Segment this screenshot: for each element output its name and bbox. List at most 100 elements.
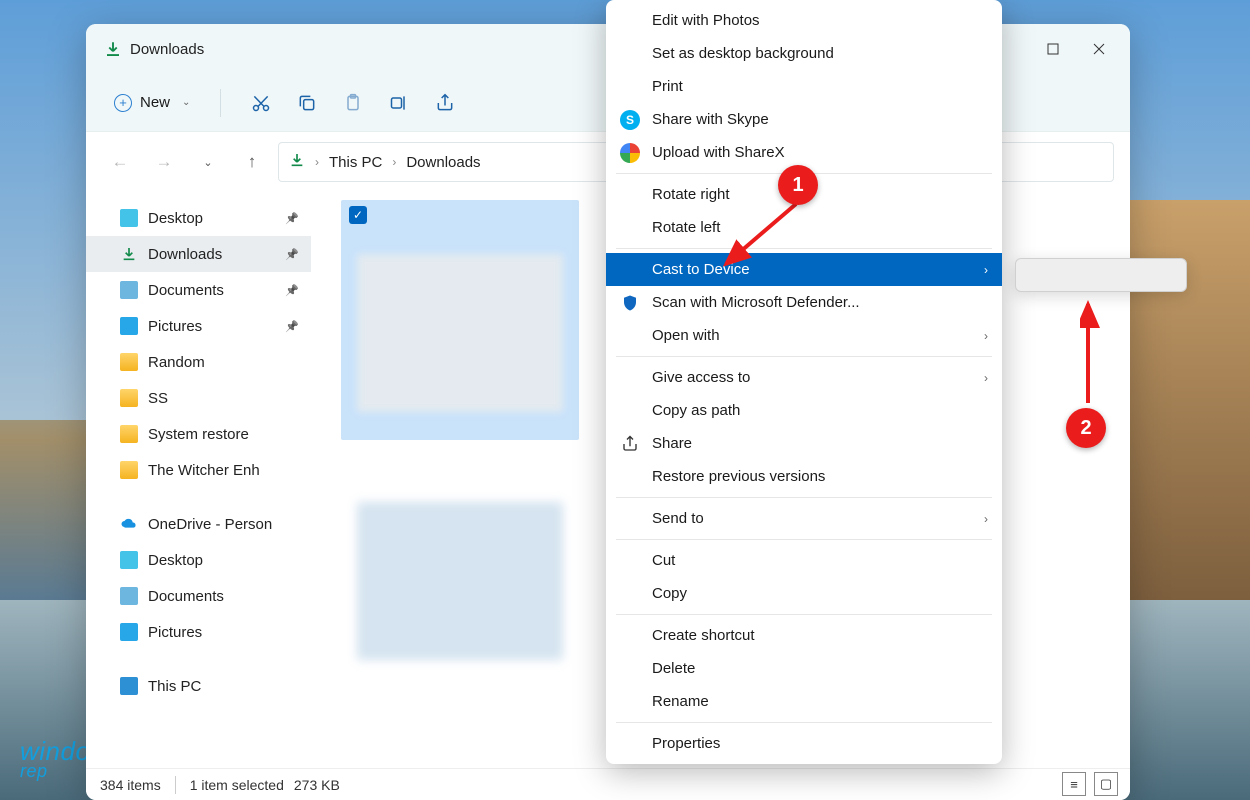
sidebar-item-system-restore[interactable]: System restore	[86, 416, 311, 452]
docs-icon	[120, 281, 138, 299]
share-button[interactable]	[425, 83, 465, 123]
chevron-right-icon: ›	[315, 155, 319, 169]
annotation-arrow-2	[1080, 298, 1100, 408]
cut-button[interactable]	[241, 83, 281, 123]
sidebar-item-label: SS	[148, 390, 168, 407]
sidebar-item-documents[interactable]: Documents 📌	[86, 272, 311, 308]
sidebar-item-the-witcher-enh[interactable]: The Witcher Enh	[86, 452, 311, 488]
pin-icon: 📌	[285, 212, 299, 225]
sidebar-item-downloads[interactable]: Downloads📌	[86, 236, 311, 272]
ctx-item-label: Properties	[652, 735, 720, 752]
sidebar-item-onedrive---person[interactable]: OneDrive - Person	[86, 506, 311, 542]
ctx-send-to[interactable]: Send to ›	[606, 502, 1002, 535]
folder-icon	[120, 425, 138, 443]
sidebar-item-documents[interactable]: Documents	[86, 578, 311, 614]
ctx-item-label: Copy as path	[652, 402, 740, 419]
forward-button[interactable]: →	[146, 142, 182, 182]
sidebar-item-pictures[interactable]: Pictures	[86, 614, 311, 650]
new-button[interactable]: + New ⌄	[104, 88, 200, 118]
window-controls	[1030, 29, 1122, 69]
annotation-badge-1: 1	[778, 165, 818, 205]
chevron-down-icon: ⌄	[182, 97, 190, 108]
ctx-item-label: Rename	[652, 693, 709, 710]
recent-dropdown[interactable]: ⌄	[190, 142, 226, 182]
details-view-button[interactable]: ≡	[1062, 772, 1086, 796]
paste-button[interactable]	[333, 83, 373, 123]
sidebar-item-label: The Witcher Enh	[148, 462, 260, 479]
ctx-scan-with-microsoft-defender-[interactable]: Scan with Microsoft Defender...	[606, 286, 1002, 319]
sidebar-item-pictures[interactable]: Pictures📌	[86, 308, 311, 344]
item-count: 384 items	[100, 777, 161, 793]
file-preview-icon	[357, 254, 563, 412]
ctx-open-with[interactable]: Open with ›	[606, 319, 1002, 352]
sidebar-item-label: OneDrive - Person	[148, 516, 272, 533]
downloads-icon	[104, 40, 122, 58]
skype-icon: S	[620, 110, 640, 130]
annotation-badge-2: 2	[1066, 408, 1106, 448]
ctx-item-label: Share with Skype	[652, 111, 769, 128]
chevron-right-icon: ›	[984, 512, 988, 526]
rename-button[interactable]	[379, 83, 419, 123]
sidebar-item-label: Documents	[148, 588, 224, 605]
ctx-item-label: Send to	[652, 510, 704, 527]
pc-icon	[120, 677, 138, 695]
ctx-cut[interactable]: Cut	[606, 544, 1002, 577]
chevron-right-icon: ›	[984, 329, 988, 343]
back-button[interactable]: ←	[102, 142, 138, 182]
chevron-right-icon: ›	[984, 263, 988, 277]
ctx-restore-previous-versions[interactable]: Restore previous versions	[606, 460, 1002, 493]
selection-count: 1 item selected	[190, 777, 284, 793]
ctx-item-label: Cut	[652, 552, 675, 569]
copy-button[interactable]	[287, 83, 327, 123]
ctx-properties[interactable]: Properties	[606, 727, 1002, 760]
ctx-delete[interactable]: Delete	[606, 652, 1002, 685]
ctx-create-shortcut[interactable]: Create shortcut	[606, 619, 1002, 652]
file-thumbnail[interactable]	[341, 462, 579, 702]
ctx-share-with-skype[interactable]: S Share with Skype	[606, 103, 1002, 136]
status-bar: 384 items 1 item selected 273 KB ≡ ▢	[86, 768, 1130, 800]
ctx-give-access-to[interactable]: Give access to›	[606, 361, 1002, 394]
sidebar-item-desktop[interactable]: Desktop	[86, 542, 311, 578]
up-button[interactable]: ↑	[234, 142, 270, 182]
folder-icon	[120, 353, 138, 371]
desktop-icon	[120, 209, 138, 227]
ctx-item-label: Copy	[652, 585, 687, 602]
pin-icon: 📌	[285, 284, 299, 297]
cast-submenu[interactable]	[1015, 258, 1187, 292]
ctx-set-as-desktop-background[interactable]: Set as desktop background	[606, 37, 1002, 70]
sidebar-item-random[interactable]: Random	[86, 344, 311, 380]
pin-icon: 📌	[285, 320, 299, 333]
ctx-copy[interactable]: Copy	[606, 577, 1002, 610]
ctx-item-label: Print	[652, 78, 683, 95]
pics-icon	[120, 623, 138, 641]
sidebar-item-this-pc[interactable]: This PC	[86, 668, 311, 704]
sidebar-item-label: Downloads	[148, 246, 222, 263]
download-icon	[120, 245, 138, 263]
thumbnails-view-button[interactable]: ▢	[1094, 772, 1118, 796]
ctx-item-label: Restore previous versions	[652, 468, 825, 485]
ctx-edit-with-photos[interactable]: Edit with Photos	[606, 4, 1002, 37]
annotation-arrow-1	[718, 198, 806, 278]
breadcrumb-current[interactable]: Downloads	[406, 154, 480, 171]
sidebar-item-desktop[interactable]: Desktop📌	[86, 200, 311, 236]
maximize-button[interactable]	[1030, 29, 1076, 69]
folder-icon	[120, 389, 138, 407]
ctx-item-label: Delete	[652, 660, 695, 677]
selection-checkbox[interactable]: ✓	[349, 206, 367, 224]
plus-icon: +	[114, 94, 132, 112]
ctx-upload-with-sharex[interactable]: Upload with ShareX	[606, 136, 1002, 169]
downloads-icon	[289, 152, 305, 172]
desktop-icon	[120, 551, 138, 569]
breadcrumb-root[interactable]: This PC	[329, 154, 382, 171]
close-button[interactable]	[1076, 29, 1122, 69]
window-title: Downloads	[130, 41, 204, 58]
sidebar-item-label: Documents	[148, 282, 224, 299]
ctx-rename[interactable]: Rename	[606, 685, 1002, 718]
selection-size: 273 KB	[294, 777, 340, 793]
ctx-copy-as-path[interactable]: Copy as path	[606, 394, 1002, 427]
ctx-item-label: Rotate left	[652, 219, 720, 236]
sidebar-item-ss[interactable]: SS	[86, 380, 311, 416]
ctx-share[interactable]: Share	[606, 427, 1002, 460]
ctx-item-label: Open with	[652, 327, 720, 344]
ctx-print[interactable]: Print	[606, 70, 1002, 103]
